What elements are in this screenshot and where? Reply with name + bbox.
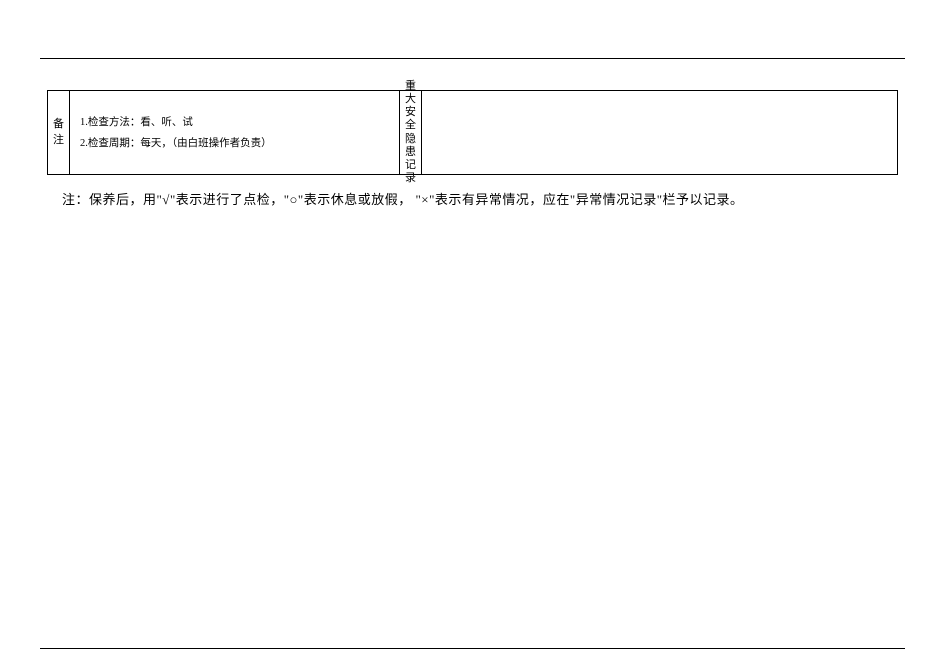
col-remarks-label: 备注 <box>48 91 70 174</box>
col-safety-label: 重大安全隐患记录 <box>400 91 422 174</box>
check-method-line: 1.检查方法：看、听、试 <box>80 112 389 133</box>
document-page: 备注 1.检查方法：看、听、试 2.检查周期：每天，（由白班操作者负责） 重大安… <box>0 0 945 669</box>
bottom-rule <box>40 648 905 649</box>
footer-note: 注：保养后，用"√"表示进行了点检，"○"表示休息或放假， "×"表示有异常情况… <box>62 189 898 208</box>
safety-label-text: 重大安全隐患记录 <box>405 80 417 186</box>
remarks-table: 备注 1.检查方法：看、听、试 2.检查周期：每天，（由白班操作者负责） 重大安… <box>47 90 898 175</box>
col-safety-record-area <box>422 91 897 174</box>
top-rule <box>40 58 905 59</box>
check-period-line: 2.检查周期：每天，（由白班操作者负责） <box>80 133 389 154</box>
remarks-label-text: 备注 <box>53 117 65 148</box>
col-remarks-body: 1.检查方法：看、听、试 2.检查周期：每天，（由白班操作者负责） <box>70 91 400 174</box>
